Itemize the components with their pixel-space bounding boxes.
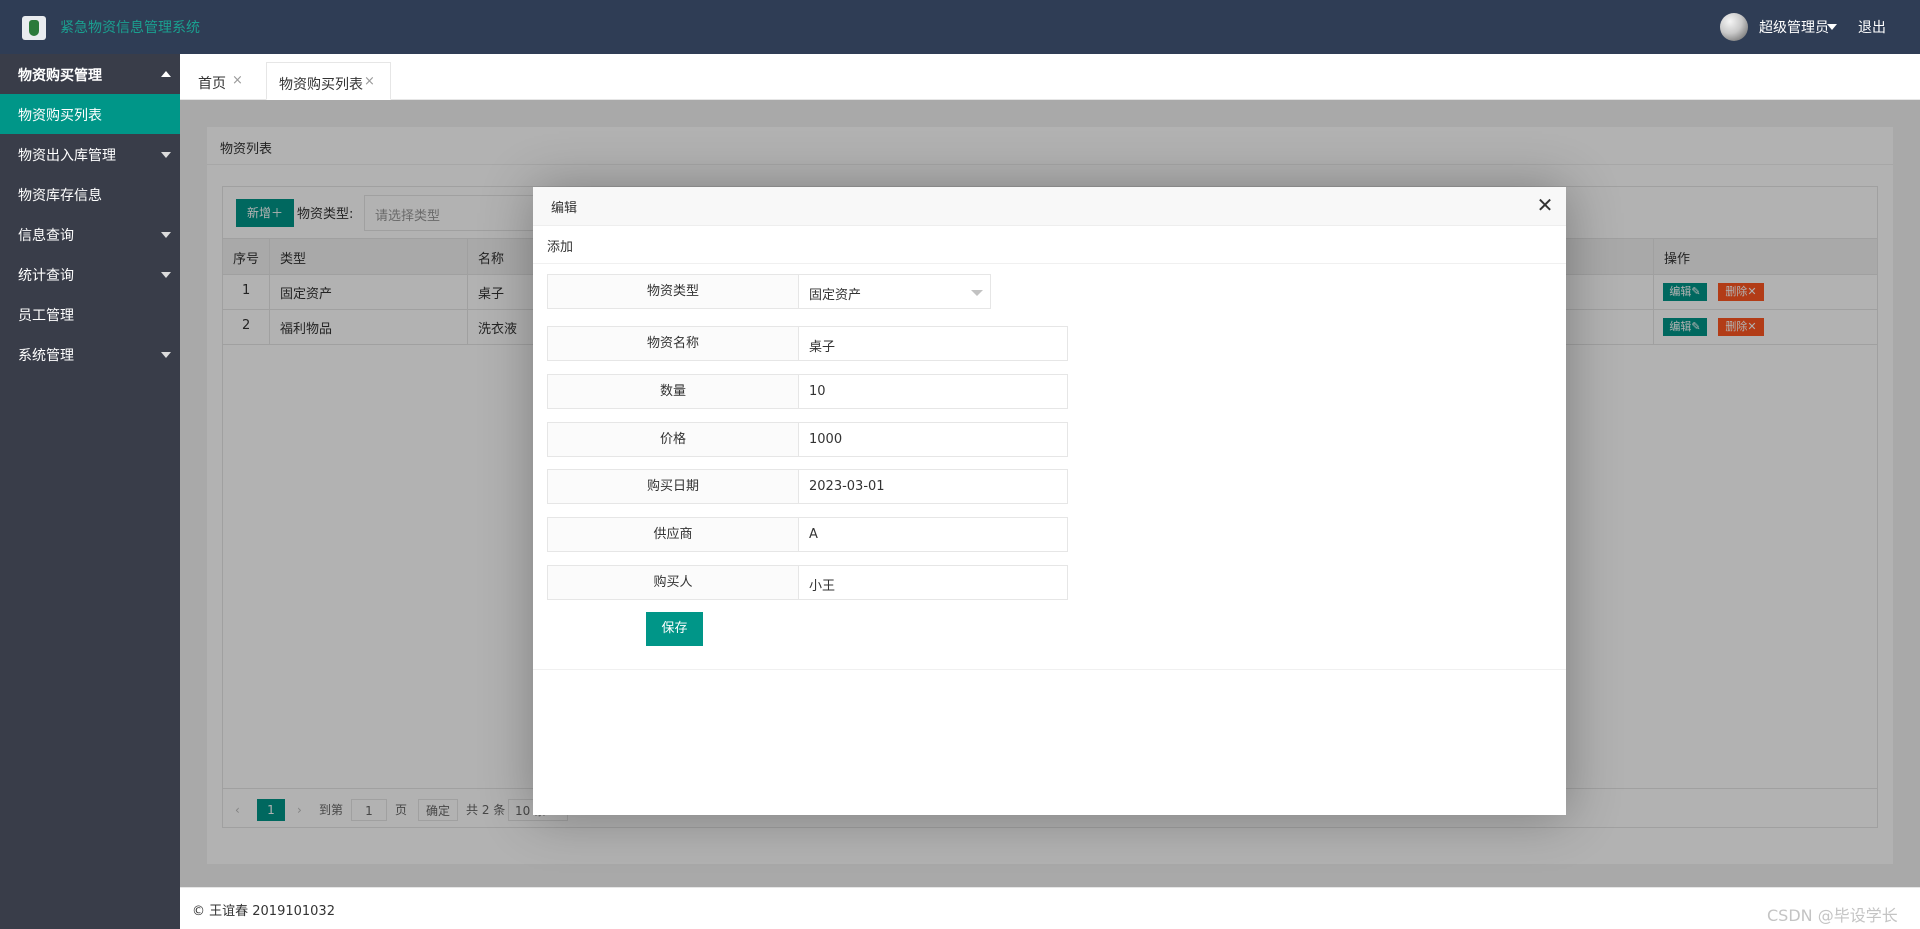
chevron-down-icon — [161, 152, 171, 158]
close-icon[interactable]: ✕ — [1535, 195, 1555, 215]
footer: © 王谊春 2019101032 — [180, 887, 1920, 929]
sidebar-item-label: 物资购买列表 — [18, 108, 102, 124]
sidebar-item-purchase-management[interactable]: 物资购买管理 — [0, 54, 180, 94]
dialog-title: 编辑 — [551, 201, 578, 216]
sidebar-item-label: 系统管理 — [18, 348, 74, 364]
sidebar-item-label: 物资库存信息 — [18, 188, 102, 204]
chevron-up-icon — [161, 71, 171, 77]
dialog-subheader: 添加 — [533, 226, 1566, 264]
field-label: 物资类型 — [547, 274, 799, 309]
sidebar-item-inout-management[interactable]: 物资出入库管理 — [0, 134, 180, 174]
field-value: 小王 — [809, 579, 836, 594]
supplier-input[interactable]: A — [798, 517, 1068, 552]
buyer-input[interactable]: 小王 — [798, 565, 1068, 600]
watermark: CSDN @毕设学长 — [1767, 906, 1898, 925]
tab-bar: 首页 × 物资购买列表 × — [180, 54, 1920, 100]
save-button[interactable]: 保存 — [646, 612, 703, 646]
user-menu[interactable]: 超级管理员 — [1759, 17, 1829, 37]
sidebar-item-stat-query[interactable]: 统计查询 — [0, 254, 180, 294]
sidebar-item-system[interactable]: 系统管理 — [0, 334, 180, 374]
sidebar-item-info-query[interactable]: 信息查询 — [0, 214, 180, 254]
chevron-down-icon — [161, 232, 171, 238]
field-value: 2023-03-01 — [809, 479, 885, 494]
price-input[interactable]: 1000 — [798, 422, 1068, 457]
field-value: 固定资产 — [809, 288, 862, 303]
tab-label: 物资购买列表 — [279, 77, 363, 93]
chevron-down-icon — [161, 352, 171, 358]
field-value: 桌子 — [809, 340, 836, 355]
top-header: 紧急物资信息管理系统 超级管理员 退出 — [0, 0, 1920, 54]
material-name-input[interactable]: 桌子 — [798, 326, 1068, 361]
logout-link[interactable]: 退出 — [1858, 17, 1886, 37]
field-value: 1000 — [809, 432, 843, 447]
field-label: 购买日期 — [547, 469, 799, 504]
tab-home[interactable]: 首页 × — [180, 62, 264, 100]
dialog-subtitle: 添加 — [547, 240, 574, 255]
field-label: 物资名称 — [547, 326, 799, 361]
tab-label: 首页 — [198, 76, 226, 92]
sidebar-item-label: 物资出入库管理 — [18, 148, 116, 164]
dialog-header: 编辑 ✕ — [533, 187, 1566, 226]
chevron-down-icon[interactable] — [1827, 24, 1837, 30]
sidebar-item-label: 统计查询 — [18, 268, 74, 284]
app-title: 紧急物资信息管理系统 — [60, 20, 200, 36]
sidebar-item-label: 信息查询 — [18, 228, 74, 244]
app-logo — [22, 16, 46, 40]
field-label: 价格 — [547, 422, 799, 457]
close-icon[interactable]: × — [232, 73, 243, 88]
sidebar-item-label: 物资购买管理 — [18, 68, 102, 84]
field-value: A — [809, 527, 818, 542]
field-label: 供应商 — [547, 517, 799, 552]
field-label: 数量 — [547, 374, 799, 409]
sidebar-item-label: 员工管理 — [18, 308, 74, 324]
field-label: 购买人 — [547, 565, 799, 600]
sidebar-item-purchase-list[interactable]: 物资购买列表 — [0, 94, 180, 134]
field-value: 10 — [809, 384, 826, 399]
chevron-down-icon — [971, 290, 983, 296]
sidebar-item-stock-info[interactable]: 物资库存信息 — [0, 174, 180, 214]
avatar[interactable] — [1720, 13, 1748, 41]
material-type-select[interactable]: 固定资产 — [798, 274, 991, 309]
divider — [533, 669, 1566, 670]
sidebar: 物资购买管理 物资购买列表 物资出入库管理 物资库存信息 信息查询 统计查询 员… — [0, 54, 180, 929]
chevron-down-icon — [161, 272, 171, 278]
quantity-input[interactable]: 10 — [798, 374, 1068, 409]
purchase-date-input[interactable]: 2023-03-01 — [798, 469, 1068, 504]
copyright-text: © 王谊春 2019101032 — [192, 904, 335, 919]
edit-dialog: 编辑 ✕ 添加 物资类型 固定资产 物资名称 桌子 数量 10 价格 1000 … — [533, 187, 1566, 815]
close-icon[interactable]: × — [364, 74, 375, 89]
sidebar-item-staff[interactable]: 员工管理 — [0, 294, 180, 334]
tab-purchase-list[interactable]: 物资购买列表 × — [266, 62, 391, 100]
